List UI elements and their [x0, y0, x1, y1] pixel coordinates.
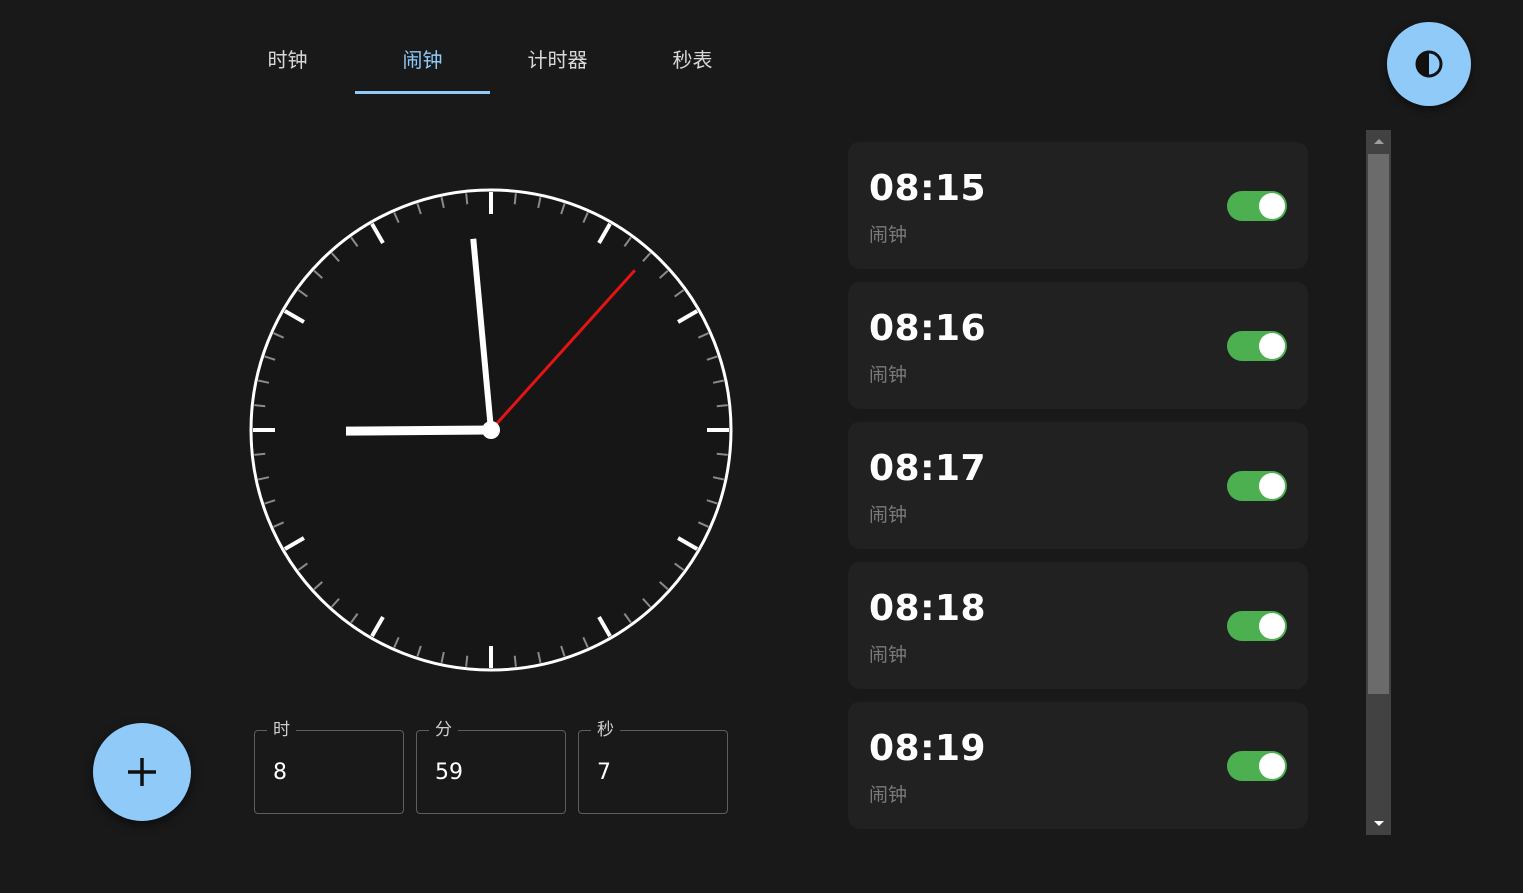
tab-label: 闹钟 [402, 47, 443, 72]
contrast-icon [1415, 50, 1443, 78]
toggle-knob [1259, 193, 1285, 219]
alarm-toggle[interactable] [1227, 331, 1287, 361]
minute-tick [513, 193, 517, 205]
tab-alarm[interactable]: 闹钟 [355, 22, 490, 94]
alarm-time: 08:16 [869, 308, 987, 349]
alarm-label: 闹钟 [869, 224, 908, 246]
minute-tick [716, 452, 728, 456]
second-field: 秒 [578, 719, 728, 814]
tab-timer[interactable]: 计时器 [490, 22, 625, 94]
alarm-list: 08:15 闹钟 08:16 闹钟 08:17 闹钟 08:18 闹钟 08:1… [848, 142, 1308, 842]
minute-tick [465, 193, 469, 205]
analog-clock-face [249, 188, 733, 672]
hour-field: 时 [254, 719, 404, 814]
tab-clock[interactable]: 时钟 [220, 22, 355, 94]
toggle-knob [1259, 753, 1285, 779]
analog-clock [248, 187, 734, 673]
plus-icon [128, 758, 156, 786]
toggle-knob [1259, 333, 1285, 359]
alarm-time: 08:18 [869, 588, 987, 629]
alarm-card[interactable]: 08:19 闹钟 [848, 702, 1308, 829]
alarm-label: 闹钟 [869, 784, 908, 806]
toggle-knob [1259, 473, 1285, 499]
minute-tick [465, 655, 469, 667]
alarm-time: 08:15 [869, 168, 987, 209]
alarm-label: 闹钟 [869, 504, 908, 526]
hour-input[interactable] [273, 755, 383, 789]
hour-hand [345, 425, 492, 436]
minute-tick [254, 404, 266, 408]
minute-field: 分 [416, 719, 566, 814]
second-input[interactable] [597, 755, 707, 789]
theme-toggle-button[interactable] [1387, 22, 1471, 106]
second-field-label: 秒 [591, 719, 620, 741]
toggle-knob [1259, 613, 1285, 639]
tab-stopwatch[interactable]: 秒表 [625, 22, 760, 94]
minute-input[interactable] [435, 755, 545, 789]
minute-tick [716, 404, 728, 408]
minute-field-label: 分 [429, 719, 458, 741]
minute-tick [254, 452, 266, 456]
tab-label: 秒表 [672, 47, 713, 72]
alarm-card[interactable]: 08:15 闹钟 [848, 142, 1308, 269]
clock-center-pin [482, 421, 500, 439]
tab-label: 计时器 [527, 47, 588, 72]
scroll-up-arrow-icon[interactable] [1366, 130, 1391, 152]
alarm-label: 闹钟 [869, 364, 908, 386]
alarm-list-scrollbar[interactable] [1366, 130, 1391, 835]
hour-field-label: 时 [267, 719, 296, 741]
alarm-card[interactable]: 08:18 闹钟 [848, 562, 1308, 689]
alarm-time: 08:19 [869, 728, 987, 769]
alarm-card[interactable]: 08:16 闹钟 [848, 282, 1308, 409]
alarm-toggle[interactable] [1227, 471, 1287, 501]
scroll-down-arrow-icon[interactable] [1366, 813, 1391, 835]
add-alarm-button[interactable] [93, 723, 191, 821]
alarm-label: 闹钟 [869, 644, 908, 666]
alarm-toggle[interactable] [1227, 611, 1287, 641]
alarm-toggle[interactable] [1227, 191, 1287, 221]
alarm-card[interactable]: 08:17 闹钟 [848, 422, 1308, 549]
tab-bar: 时钟 闹钟 计时器 秒表 [220, 22, 760, 94]
alarm-toggle[interactable] [1227, 751, 1287, 781]
alarm-time: 08:17 [869, 448, 987, 489]
tab-label: 时钟 [267, 47, 308, 72]
scrollbar-thumb[interactable] [1368, 154, 1389, 694]
minute-tick [513, 655, 517, 667]
